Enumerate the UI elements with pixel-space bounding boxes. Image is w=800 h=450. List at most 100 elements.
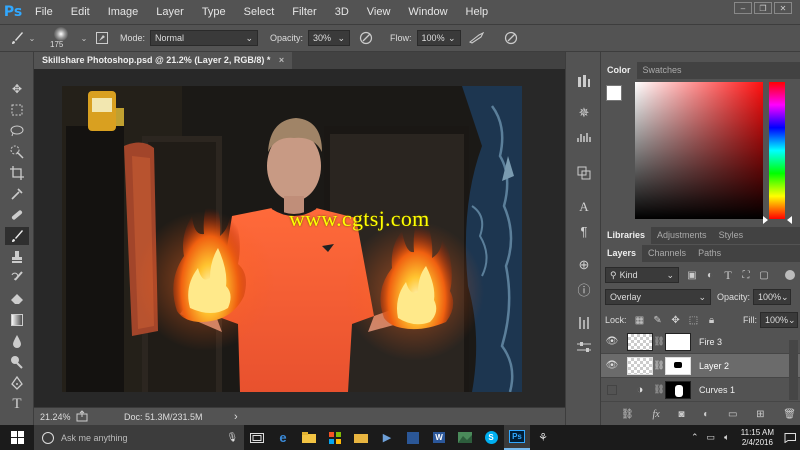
fx-icon[interactable]: fx — [652, 409, 659, 420]
link-icon[interactable]: ⛓︎ — [653, 384, 665, 395]
visibility-toggle-hidden[interactable] — [601, 384, 623, 395]
menu-file[interactable]: File — [26, 0, 62, 24]
layer-mask-thumbnail[interactable] — [665, 332, 691, 351]
move-tool-icon[interactable]: ✥ — [5, 80, 29, 98]
link-layers-icon[interactable]: ⛓︎ — [621, 409, 634, 420]
network-icon[interactable]: ▭ — [703, 425, 719, 450]
menu-type[interactable]: Type — [193, 0, 235, 24]
skype-icon[interactable]: S — [478, 425, 504, 450]
link-icon[interactable]: ⛓︎ — [653, 336, 665, 347]
filter-smart-object-icon[interactable]: ▢ — [755, 270, 773, 281]
export-icon[interactable] — [76, 410, 88, 424]
flow-field[interactable]: 100% ⌄ — [416, 30, 461, 46]
volume-icon[interactable]: 🔈︎ — [719, 425, 735, 450]
minimize-button[interactable]: – — [734, 2, 752, 14]
airbrush-icon[interactable] — [465, 32, 489, 44]
eyedropper-tool-icon[interactable] — [5, 185, 29, 203]
quick-selection-tool-icon[interactable] — [5, 143, 29, 161]
tab-layers[interactable]: Layers — [601, 245, 643, 262]
microphone-icon[interactable]: 🎙︎ — [227, 432, 238, 443]
taskbar-search-box[interactable]: Ask me anything 🎙︎ — [34, 425, 244, 450]
new-adjustment-icon[interactable]: ◐ — [703, 409, 709, 420]
tab-styles[interactable]: Styles — [713, 227, 750, 244]
marquee-tool-icon[interactable] — [5, 101, 29, 119]
lock-transparent-icon[interactable]: ▦ — [631, 315, 649, 326]
brush-tool-icon[interactable] — [6, 31, 28, 45]
filter-type-icon[interactable]: T — [719, 268, 737, 283]
blur-tool-icon[interactable] — [5, 332, 29, 350]
tab-color[interactable]: Color — [601, 62, 637, 79]
color-field[interactable] — [635, 82, 763, 219]
brush-tool-active-icon[interactable] — [5, 227, 29, 245]
tab-swatches[interactable]: Swatches — [637, 62, 688, 79]
menu-image[interactable]: Image — [99, 0, 148, 24]
menu-select[interactable]: Select — [235, 0, 284, 24]
tab-adjustments[interactable]: Adjustments — [651, 227, 713, 244]
zoom-level[interactable]: 21.24% — [40, 412, 71, 422]
brush-settings-panel-icon[interactable]: ✵ — [572, 104, 596, 122]
edge-icon[interactable]: e — [270, 425, 296, 450]
filter-shape-icon[interactable]: ⛶ — [737, 270, 755, 281]
layer-mask-thumbnail[interactable] — [665, 356, 691, 375]
menu-edit[interactable]: Edit — [62, 0, 99, 24]
layer-row-fire-3[interactable]: 👁︎ ⛓︎ Fire 3 — [601, 330, 800, 354]
filter-pixel-icon[interactable]: ▣ — [683, 270, 701, 281]
foreground-color-swatch[interactable] — [606, 85, 622, 101]
lock-position-icon[interactable]: ✥ — [667, 315, 685, 326]
brush-panel-toggle-icon[interactable] — [92, 32, 112, 44]
info-panel-icon[interactable]: ⓘ — [572, 280, 596, 298]
add-mask-icon[interactable]: ◙ — [678, 409, 684, 420]
layer-row-curves-1[interactable]: ◑ ⛓︎ Curves 1 — [601, 378, 800, 402]
document-tab[interactable]: Skillshare Photoshop.psd @ 21.2% (Layer … — [34, 52, 293, 69]
pressure-size-icon[interactable] — [499, 31, 523, 45]
trash-icon[interactable]: 🗑︎ — [783, 409, 796, 420]
brush-preset-picker[interactable]: 175 — [48, 24, 80, 52]
app-icon-landscape[interactable] — [452, 425, 478, 450]
layer-row-layer-2[interactable]: 👁︎ ⛓︎ Layer 2 — [601, 354, 800, 378]
crop-tool-icon[interactable] — [5, 164, 29, 182]
store-icon[interactable] — [322, 425, 348, 450]
dodge-tool-icon[interactable] — [5, 353, 29, 371]
word-icon[interactable]: W — [426, 425, 452, 450]
fill-field[interactable]: 100% ⌄ — [760, 312, 798, 328]
photoshop-taskbar-icon[interactable]: Ps — [504, 425, 530, 450]
status-menu-arrow-icon[interactable]: › — [234, 411, 238, 423]
tool-presets-panel-icon[interactable] — [572, 314, 596, 332]
app-icon-swirl[interactable]: ⚘ — [530, 425, 556, 450]
healing-brush-tool-icon[interactable] — [5, 206, 29, 224]
opacity-field[interactable]: 30% ⌄ — [308, 30, 351, 46]
hue-slider[interactable] — [769, 82, 785, 219]
blend-mode-dropdown[interactable]: Overlay ⌄ — [605, 289, 711, 305]
properties-panel-icon[interactable] — [572, 338, 596, 356]
eye-icon[interactable]: 👁︎ — [601, 336, 623, 347]
clock[interactable]: 11:15 AM 2/4/2016 — [741, 428, 774, 448]
brush-preset-chevron-icon[interactable]: ⌄ — [80, 34, 88, 43]
filter-kind-dropdown[interactable]: ⚲ Kind ⌄ — [605, 267, 679, 283]
media-player-icon[interactable]: ▶ — [374, 425, 400, 450]
task-view-icon[interactable] — [244, 425, 270, 450]
menu-layer[interactable]: Layer — [147, 0, 193, 24]
new-group-icon[interactable]: ▭ — [728, 409, 737, 420]
new-layer-icon[interactable]: ⊞ — [756, 409, 764, 420]
menu-help[interactable]: Help — [457, 0, 498, 24]
document-canvas[interactable]: www.cgtsj.com — [62, 86, 522, 392]
pen-tool-icon[interactable] — [5, 374, 29, 392]
close-button[interactable]: ✕ — [774, 2, 792, 14]
mode-dropdown[interactable]: Normal ⌄ — [150, 30, 259, 46]
link-icon[interactable]: ⛓︎ — [653, 360, 665, 371]
brush-presets-panel-icon[interactable] — [572, 128, 596, 146]
eraser-tool-icon[interactable] — [5, 290, 29, 308]
lock-artboard-icon[interactable]: ⬚ — [685, 315, 703, 326]
character-panel-icon[interactable]: A — [572, 198, 596, 216]
gradient-tool-icon[interactable] — [5, 311, 29, 329]
menu-3d[interactable]: 3D — [326, 0, 358, 24]
action-center-icon[interactable] — [780, 425, 800, 450]
filter-adjustment-icon[interactable]: ◐ — [701, 270, 719, 281]
filter-toggle-icon[interactable] — [785, 270, 795, 280]
tool-preset-chevron-icon[interactable]: ⌄ — [28, 34, 36, 43]
layer-mask-thumbnail[interactable] — [665, 380, 691, 399]
lasso-tool-icon[interactable] — [5, 122, 29, 140]
file-explorer-icon[interactable] — [296, 425, 322, 450]
canvas-area[interactable]: www.cgtsj.com — [34, 69, 565, 407]
type-tool-icon[interactable]: T — [5, 395, 29, 413]
